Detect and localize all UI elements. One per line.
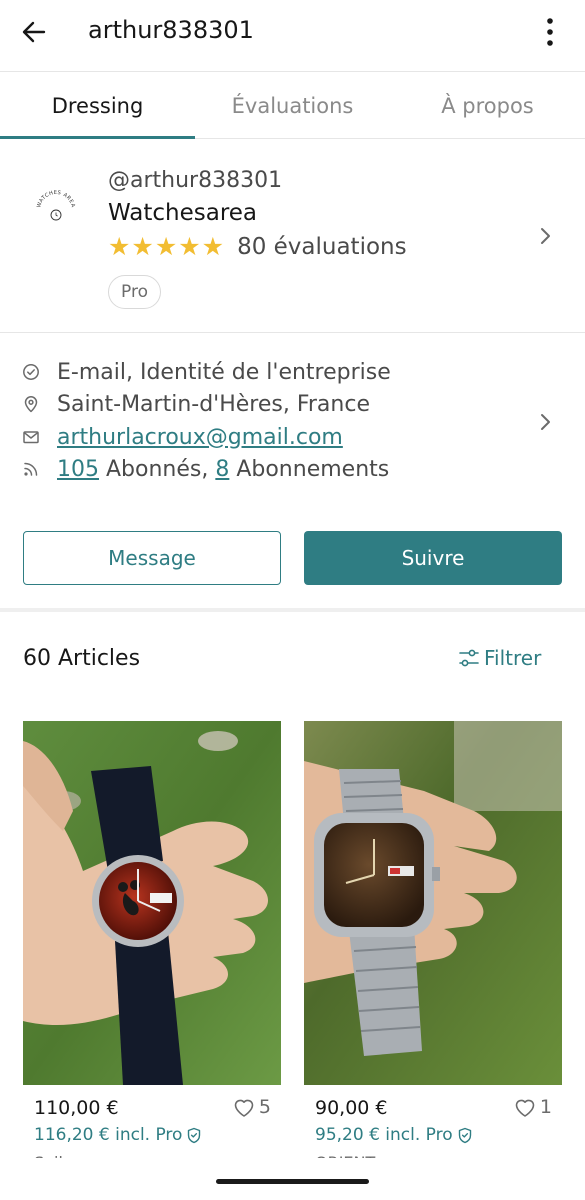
item-price-incl-pro: 95,20 € incl. Pro: [315, 1125, 473, 1145]
followers-count-link[interactable]: 105: [57, 457, 99, 482]
item-price-pro-text: 116,20 € incl. Pro: [34, 1125, 183, 1145]
user-handle: @arthur838301: [108, 168, 283, 193]
shield-check-icon[interactable]: [457, 1127, 473, 1144]
filter-sliders-icon: [459, 649, 479, 667]
email-link[interactable]: arthurlacroux@gmail.com: [57, 425, 343, 450]
product-card[interactable]: 110,00 € 5 116,20 € incl. Pro Seiko: [23, 721, 281, 1172]
favorite-button[interactable]: 1: [513, 1096, 552, 1118]
more-options-icon[interactable]: [532, 14, 568, 50]
heart-icon: [515, 1099, 535, 1117]
item-price-pro-text: 95,20 € incl. Pro: [315, 1125, 453, 1145]
back-arrow-icon[interactable]: [16, 14, 52, 50]
active-tab-indicator: [0, 136, 195, 139]
item-price: 110,00 €: [34, 1097, 119, 1119]
message-button[interactable]: Message: [23, 531, 281, 585]
top-app-bar: arthur838301: [0, 0, 585, 72]
home-indicator[interactable]: [216, 1179, 369, 1184]
chevron-right-icon[interactable]: [533, 410, 557, 434]
shop-logo: WATCHES AREA: [30, 182, 82, 234]
star-rating-icon: ★★★★★: [108, 232, 226, 261]
check-circle-icon: [23, 364, 39, 380]
item-price-incl-pro: 116,20 € incl. Pro: [34, 1125, 202, 1145]
profile-header[interactable]: WATCHES AREA @arthur838301 Watchesarea ★…: [0, 140, 585, 333]
page-title: arthur838301: [88, 16, 254, 44]
product-card[interactable]: 90,00 € 1 95,20 € incl. Pro ORIENT: [304, 721, 562, 1172]
email-row: arthurlacroux@gmail.com: [22, 421, 343, 453]
section-divider: [0, 608, 585, 612]
verified-row: E-mail, Identité de l'entreprise: [22, 356, 391, 388]
item-price: 90,00 €: [315, 1097, 388, 1119]
articles-count: 60 Articles: [23, 646, 141, 671]
mail-icon: [23, 431, 39, 444]
chevron-right-icon[interactable]: [533, 224, 557, 248]
rating-count: 80 évaluations: [237, 233, 407, 260]
shop-name: Watchesarea: [108, 200, 258, 226]
pro-badge: Pro: [108, 275, 161, 309]
filter-button[interactable]: Filtrer: [458, 646, 541, 670]
tab-dressing[interactable]: Dressing: [0, 73, 195, 139]
followers-row: 105 Abonnés, 8 Abonnements: [22, 453, 389, 485]
follow-button[interactable]: Suivre: [304, 531, 562, 585]
location-pin-icon: [24, 396, 38, 413]
favorite-count: 5: [258, 1096, 271, 1118]
followers-label: Abonnés,: [99, 456, 216, 482]
verified-text: E-mail, Identité de l'entreprise: [57, 359, 391, 385]
tab-a-propos[interactable]: À propos: [390, 73, 585, 139]
following-label: Abonnements: [229, 456, 390, 482]
favorite-count: 1: [539, 1096, 552, 1118]
product-photo[interactable]: [23, 721, 281, 1085]
location-text: Saint-Martin-d'Hères, France: [57, 391, 370, 417]
filter-label: Filtrer: [484, 646, 542, 670]
favorite-button[interactable]: 5: [232, 1096, 271, 1118]
rss-feed-icon: [24, 462, 38, 476]
following-count-link[interactable]: 8: [215, 457, 229, 482]
heart-icon: [234, 1099, 254, 1117]
shield-check-icon[interactable]: [186, 1127, 202, 1144]
tab-evaluations[interactable]: Évaluations: [195, 73, 390, 139]
rating[interactable]: ★★★★★ 80 évaluations: [108, 232, 407, 261]
profile-tabs: Dressing Évaluations À propos: [0, 73, 585, 139]
product-photo[interactable]: [304, 721, 562, 1085]
location-row: Saint-Martin-d'Hères, France: [22, 388, 370, 420]
svg-text:WATCHES AREA: WATCHES AREA: [36, 190, 76, 208]
